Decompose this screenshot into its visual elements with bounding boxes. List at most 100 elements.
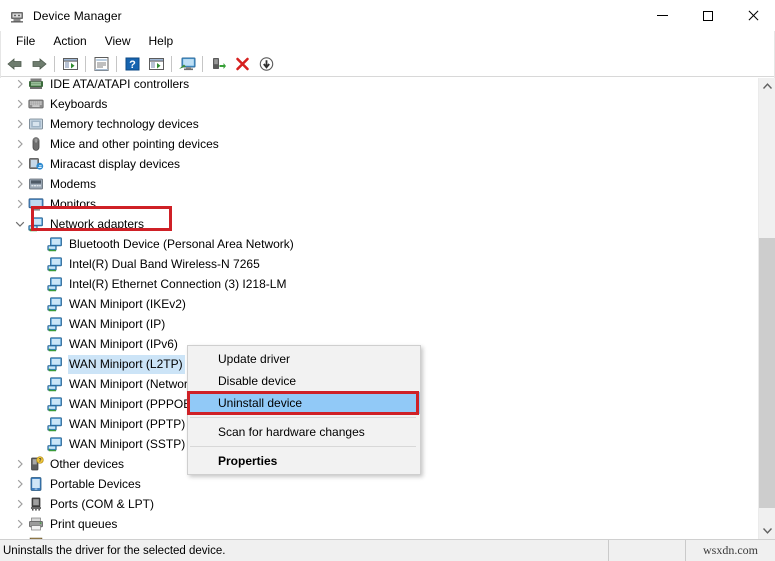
svg-text:?: ?	[38, 458, 41, 464]
properties-icon	[94, 57, 108, 71]
chevron-right-icon[interactable]	[12, 94, 28, 114]
window-controls	[640, 0, 775, 31]
tree-item-label: Intel(R) Ethernet Connection (3) I218-LM	[69, 276, 287, 291]
tree-item[interactable]: IDE ATA/ATAPI controllers	[0, 78, 748, 94]
toolbar-separator	[202, 56, 203, 72]
tree-item[interactable]: Intel(R) Dual Band Wireless-N 7265	[0, 254, 748, 274]
tree-item[interactable]: Mice and other pointing devices	[0, 134, 748, 154]
context-menu-item-properties[interactable]: Properties	[188, 450, 420, 472]
context-menu-separator	[190, 417, 416, 418]
chevron-right-icon[interactable]	[12, 474, 28, 494]
show-hide-console-tree-button[interactable]	[58, 53, 82, 76]
scroll-down-button[interactable]	[759, 522, 775, 539]
help-icon: ?	[125, 57, 139, 71]
network-adapter-icon	[47, 237, 62, 252]
tree-item-label: WAN Miniport (IKEv2)	[69, 296, 186, 311]
context-menu-item-scan-for-hardware-changes[interactable]: Scan for hardware changes	[188, 421, 420, 443]
chevron-right-icon[interactable]	[12, 114, 28, 134]
tree-item-label: Portable Devices	[50, 476, 141, 491]
chevron-right-icon[interactable]	[12, 454, 28, 474]
tree-item[interactable]: Keyboards	[0, 94, 748, 114]
network-adapter-icon	[47, 276, 63, 292]
maximize-icon	[702, 10, 713, 21]
tree-item[interactable]: Bluetooth Device (Personal Area Network)	[0, 234, 748, 254]
network-adapter-icon	[47, 256, 63, 272]
menu-action[interactable]: Action	[44, 32, 95, 51]
enable-device-button[interactable]	[206, 53, 230, 76]
scrollbar-thumb[interactable]	[759, 238, 775, 508]
ide-controller-icon	[29, 78, 43, 89]
modem-icon	[29, 178, 43, 190]
monitor-icon	[28, 196, 44, 212]
network-adapter-icon	[47, 397, 62, 412]
properties-button[interactable]	[89, 53, 113, 76]
chevron-right-icon[interactable]	[12, 174, 28, 194]
chevron-right-icon[interactable]	[12, 78, 28, 94]
maximize-button[interactable]	[685, 0, 730, 31]
menu-view[interactable]: View	[96, 32, 140, 51]
monitor-icon	[28, 198, 44, 211]
tree-item[interactable]: Monitors	[0, 194, 748, 214]
tree-item[interactable]: Modems	[0, 174, 748, 194]
chevron-right-icon[interactable]	[12, 194, 28, 214]
help-button[interactable]: ?	[120, 53, 144, 76]
tree-item-label: Intel(R) Dual Band Wireless-N 7265	[69, 256, 260, 271]
network-adapter-icon	[47, 437, 62, 452]
network-adapter-icon	[28, 217, 43, 232]
tree-item[interactable]: Ports (COM & LPT)	[0, 494, 748, 514]
network-adapter-icon	[47, 297, 62, 312]
portable-device-icon	[30, 477, 42, 491]
chevron-down-icon[interactable]	[12, 214, 28, 234]
tree-item[interactable]: Portable Devices	[0, 474, 748, 494]
menu-file[interactable]: File	[7, 32, 44, 51]
tree-item[interactable]: Memory technology devices	[0, 114, 748, 134]
tree-item[interactable]: Intel(R) Ethernet Connection (3) I218-LM	[0, 274, 748, 294]
tree-item-label: Memory technology devices	[50, 116, 199, 131]
update-driver-button[interactable]	[144, 53, 168, 76]
tree-item-label: WAN Miniport (PPPOE)	[69, 396, 196, 411]
tree-item[interactable]: Network adapters	[0, 214, 748, 234]
tree-item-label: Ports (COM & LPT)	[50, 496, 155, 511]
forward-button[interactable]	[27, 53, 51, 76]
tree-item-label: Other devices	[50, 456, 125, 471]
context-menu[interactable]: Update driver Disable device Uninstall dev…	[187, 345, 421, 475]
modem-icon	[28, 176, 44, 192]
network-adapter-icon	[28, 216, 44, 232]
chevron-right-icon[interactable]	[12, 494, 28, 514]
context-menu-item-disable-device[interactable]: Disable device	[188, 370, 420, 392]
device-manager-icon	[9, 8, 25, 24]
printer-icon	[28, 516, 44, 532]
uninstall-device-button[interactable]	[230, 53, 254, 76]
status-pane-empty	[608, 540, 685, 561]
scan-for-hardware-changes-button[interactable]	[175, 53, 199, 76]
network-adapter-icon	[47, 336, 63, 352]
close-icon	[747, 10, 758, 21]
menu-bar: File Action View Help	[0, 31, 775, 52]
title-bar: Device Manager	[0, 0, 775, 31]
minimize-button[interactable]	[640, 0, 685, 31]
network-adapter-icon	[47, 236, 63, 252]
status-message: Uninstalls the driver for the selected d…	[3, 544, 226, 557]
toolbar-separator	[54, 56, 55, 72]
disable-device-button[interactable]	[254, 53, 278, 76]
back-button[interactable]	[3, 53, 27, 76]
network-adapter-icon	[47, 337, 62, 352]
tree-item[interactable]: Print queues	[0, 514, 748, 534]
scroll-up-button[interactable]	[759, 78, 775, 95]
chevron-right-icon[interactable]	[12, 514, 28, 534]
menu-help[interactable]: Help	[140, 32, 183, 51]
tree-item[interactable]: Miracast display devices	[0, 154, 748, 174]
close-button[interactable]	[730, 0, 775, 31]
context-menu-item-update-driver[interactable]: Update driver	[188, 348, 420, 370]
show-hide-console-tree-icon	[62, 58, 78, 70]
tree-item[interactable]: WAN Miniport (IP)	[0, 314, 748, 334]
network-adapter-icon	[47, 316, 63, 332]
status-bar: Uninstalls the driver for the selected d…	[0, 539, 775, 561]
vertical-scrollbar[interactable]	[758, 78, 775, 539]
context-menu-item-uninstall-device[interactable]: Uninstall device	[188, 392, 420, 414]
chevron-right-icon[interactable]	[12, 134, 28, 154]
tree-item[interactable]: WAN Miniport (IKEv2)	[0, 294, 748, 314]
uninstall-device-icon	[235, 57, 249, 71]
tree-item-label: Bluetooth Device (Personal Area Network)	[69, 236, 294, 251]
chevron-right-icon[interactable]	[12, 154, 28, 174]
